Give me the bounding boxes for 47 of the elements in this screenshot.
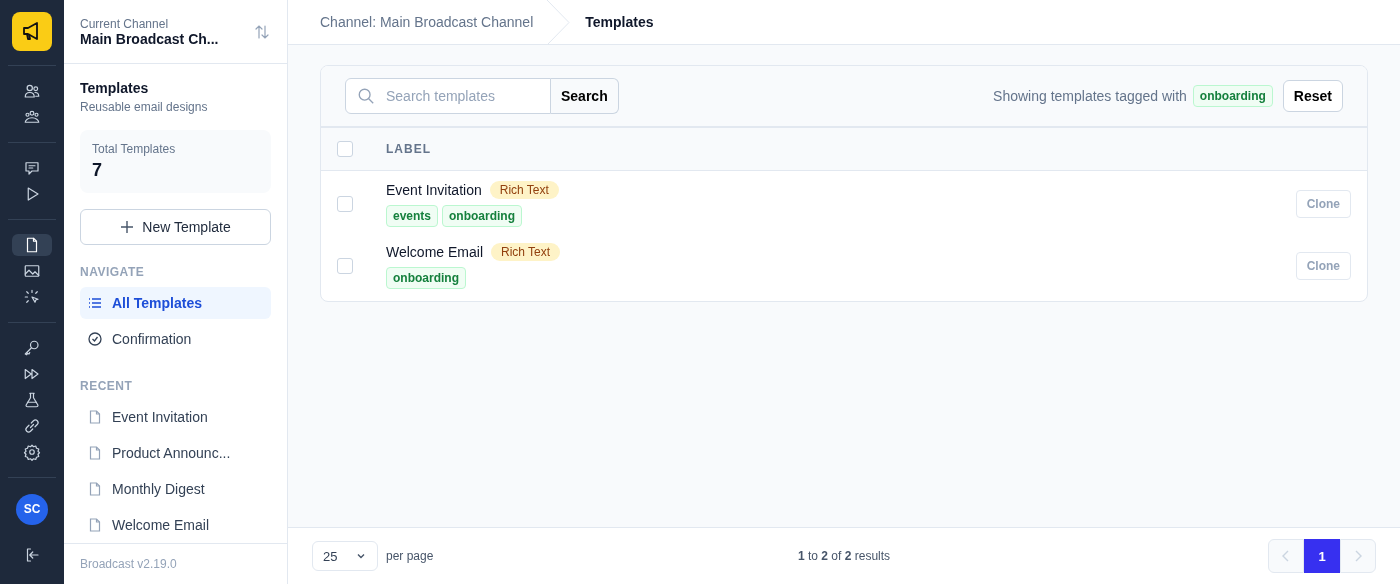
section-title: Templates	[80, 80, 150, 96]
nav-item[interactable]: All Templates	[80, 287, 271, 319]
search-field[interactable]: Search templates	[345, 78, 551, 114]
recent-item[interactable]: Welcome Email	[80, 509, 271, 541]
select-all-checkbox[interactable]	[337, 141, 353, 157]
document-icon	[88, 518, 102, 532]
new-template-button[interactable]: New Template	[80, 209, 271, 245]
per-page-select[interactable]: 25	[312, 541, 378, 571]
check-circle-icon	[88, 332, 102, 346]
stat-value: 7	[92, 160, 103, 181]
search-button[interactable]: Search	[551, 78, 619, 114]
section-subtitle: Reusable email designs	[80, 100, 209, 114]
reset-button[interactable]: Reset	[1282, 80, 1343, 112]
document-icon	[88, 482, 102, 496]
plus-icon	[120, 220, 135, 234]
megaphone-logo[interactable]	[12, 12, 52, 51]
document-icon[interactable]	[12, 233, 52, 256]
type-badge: Rich Text	[491, 243, 561, 261]
recent-heading: RECENT	[80, 379, 134, 393]
channel-name: Main Broadcast Ch...	[80, 30, 219, 47]
user-avatar[interactable]: SC	[16, 493, 48, 525]
chevron-left-icon	[1281, 550, 1291, 562]
tag: onboarding	[386, 267, 466, 289]
document-icon	[88, 446, 102, 460]
recent-item[interactable]: Event Invitation	[80, 401, 271, 433]
tag: onboarding	[442, 205, 523, 227]
navigate-heading: NAVIGATE	[80, 265, 146, 279]
results-summary: 1 to 2 of 2 results	[797, 549, 891, 563]
column-header: LABEL	[386, 142, 431, 156]
version-label: Broadcast v2.19.0	[64, 543, 287, 584]
tag: onboarding	[1192, 85, 1273, 107]
search-icon	[357, 87, 375, 105]
list-icon	[88, 296, 102, 310]
recent-item[interactable]: Product Announc...	[80, 437, 271, 469]
per-page-label: per page	[386, 549, 434, 563]
chevron-right-icon	[1353, 550, 1363, 562]
type-badge: Rich Text	[489, 181, 559, 199]
breadcrumb[interactable]: Templates	[585, 14, 654, 30]
filter-text: Showing templates tagged with	[993, 88, 1187, 104]
tag: events	[386, 205, 439, 227]
breadcrumb[interactable]: Channel: Main Broadcast Channel	[320, 14, 534, 30]
nav-item[interactable]: Confirmation	[80, 323, 271, 355]
page-button[interactable]: 1	[1304, 539, 1340, 573]
recent-item[interactable]: Monthly Digest	[80, 473, 271, 505]
channel-label: Current Channel	[80, 16, 170, 31]
stat-label: Total Templates	[92, 142, 177, 156]
document-icon	[88, 410, 102, 424]
